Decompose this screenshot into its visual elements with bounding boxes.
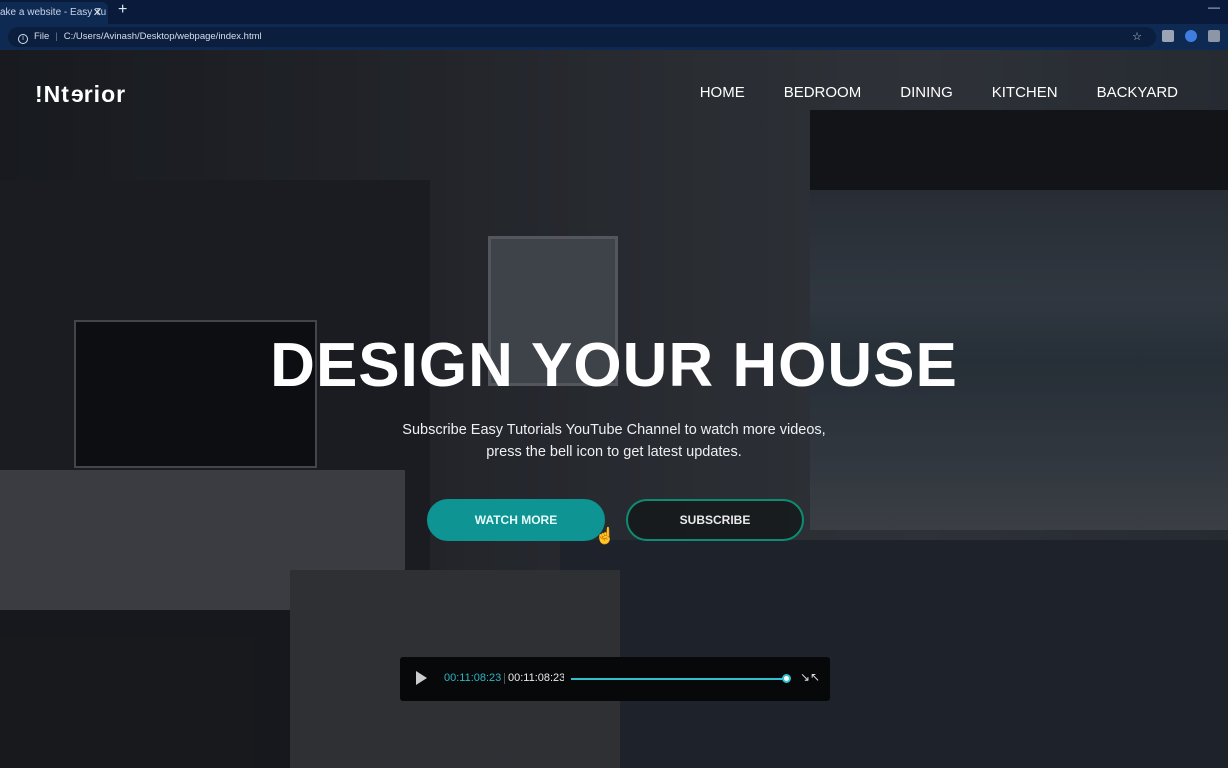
- bookmark-star-icon[interactable]: ☆: [1132, 27, 1142, 47]
- divider: [504, 673, 505, 684]
- hero-subtitle: Subscribe Easy Tutorials YouTube Channel…: [0, 419, 1228, 463]
- browser-tab[interactable]: ake a website - Easy Tu ✕: [0, 2, 108, 24]
- close-tab-icon[interactable]: ✕: [93, 2, 102, 24]
- address-scheme: File: [34, 31, 50, 42]
- total-time: 00:11:08:23: [508, 672, 564, 684]
- nav-home[interactable]: HOME: [700, 84, 745, 101]
- extension-camera-icon[interactable]: [1208, 30, 1220, 42]
- progress-bar[interactable]: [571, 678, 787, 680]
- divider: |: [55, 31, 58, 42]
- site-logo[interactable]: !Nterior: [35, 81, 126, 108]
- browser-tab-bar: ake a website - Easy Tu ✕ + —: [0, 0, 1228, 24]
- hero-section: !Nterior HOME BEDROOM DINING KITCHEN BAC…: [0, 50, 1228, 768]
- profile-icon[interactable]: [1185, 30, 1197, 42]
- tab-title: ake a website - Easy Tu: [0, 7, 107, 18]
- video-player-controls: 00:11:08:23 00:11:08:23 ↘↖: [400, 657, 830, 701]
- progress-handle[interactable]: [782, 674, 791, 683]
- subscribe-button[interactable]: SUBSCRIBE: [626, 499, 804, 541]
- info-icon[interactable]: i: [18, 34, 28, 44]
- main-nav: HOME BEDROOM DINING KITCHEN BACKYARD: [700, 84, 1178, 101]
- nav-dining[interactable]: DINING: [900, 84, 953, 101]
- play-icon[interactable]: [416, 671, 427, 685]
- subtitle-line: press the bell icon to get latest update…: [486, 444, 742, 460]
- nav-kitchen[interactable]: KITCHEN: [992, 84, 1058, 101]
- minimize-icon[interactable]: —: [1208, 0, 1220, 14]
- subtitle-line: Subscribe Easy Tutorials YouTube Channel…: [402, 422, 826, 438]
- logo-text: e: [69, 81, 84, 107]
- hero-headline: DESIGN YOUR HOUSE: [270, 331, 958, 400]
- nav-backyard[interactable]: BACKYARD: [1097, 84, 1178, 101]
- url-text: C:/Users/Avinash/Desktop/webpage/index.h…: [63, 31, 262, 42]
- exit-fullscreen-icon[interactable]: ↘↖: [800, 670, 820, 684]
- new-tab-icon[interactable]: +: [118, 1, 127, 19]
- logo-text: rior: [83, 81, 127, 107]
- nav-bedroom[interactable]: BEDROOM: [784, 84, 862, 101]
- address-bar[interactable]: i File | C:/Users/Avinash/Desktop/webpage/i…: [8, 27, 1156, 47]
- watch-more-button[interactable]: WATCH MORE: [427, 499, 605, 541]
- logo-text: !Nt: [35, 81, 70, 107]
- address-bar-area: i File | C:/Users/Avinash/Desktop/webpage/i…: [0, 24, 1228, 50]
- extension-m-icon[interactable]: [1162, 30, 1174, 42]
- hand-cursor-icon: ☝: [595, 528, 615, 545]
- current-time: 00:11:08:23: [444, 672, 502, 684]
